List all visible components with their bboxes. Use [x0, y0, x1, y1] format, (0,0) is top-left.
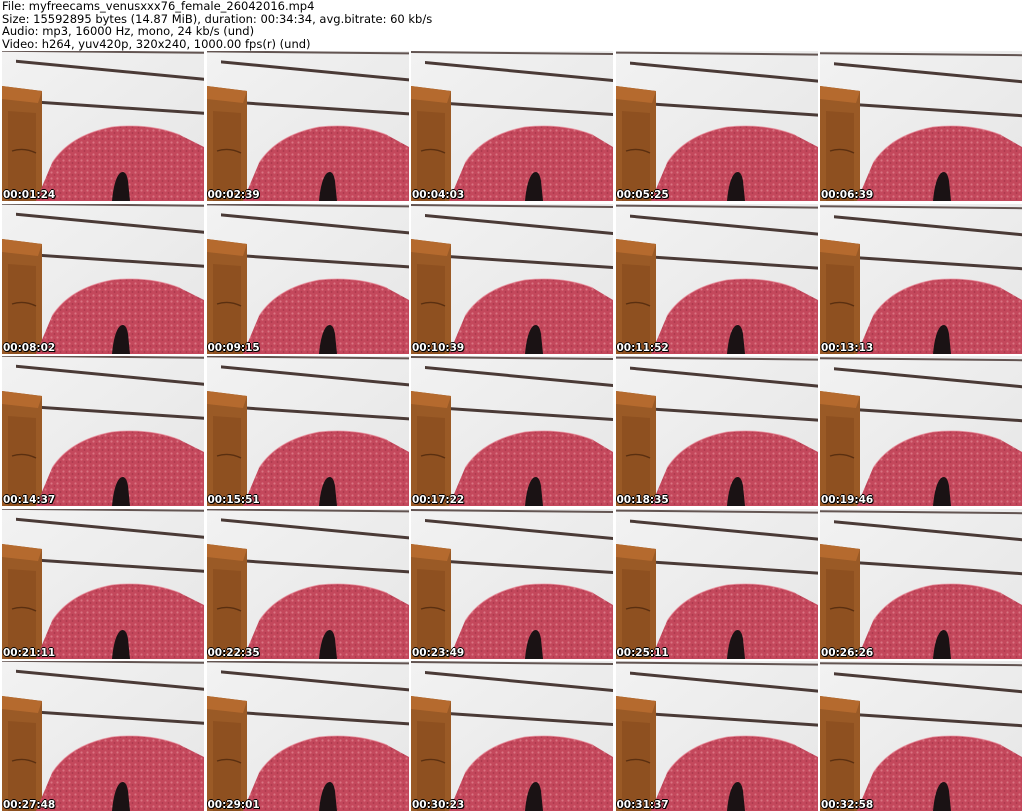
thumbnail-frame-image — [411, 356, 613, 506]
thumbnail-frame-image — [615, 661, 818, 811]
thumbnail-timestamp: 00:31:37 — [616, 799, 669, 811]
thumbnail-frame-image — [206, 203, 409, 354]
thumbnail-timestamp: 00:29:01 — [207, 799, 260, 811]
video-thumbnail: 00:17:22 — [411, 356, 613, 506]
thumbnail-frame-image — [2, 203, 204, 354]
audio-info-line: Audio: mp3, 16000 Hz, mono, 24 kb/s (und… — [2, 24, 255, 38]
thumbnail-timestamp: 00:10:39 — [412, 341, 465, 354]
video-thumbnail: 00:09:15 — [206, 203, 409, 354]
thumbnail-timestamp: 00:09:15 — [207, 341, 260, 354]
thumbnail-timestamp: 00:06:39 — [821, 189, 874, 201]
thumbnail-frame-image — [820, 51, 1022, 201]
thumbnail-timestamp: 00:04:03 — [412, 189, 465, 201]
thumbnail-timestamp: 00:25:11 — [616, 646, 669, 659]
video-thumbnail: 00:08:02 — [2, 203, 204, 354]
thumbnail-timestamp: 00:23:49 — [412, 646, 465, 659]
thumbnail-timestamp: 00:01:24 — [3, 189, 56, 201]
video-info-line: Video: h264, yuv420p, 320x240, 1000.00 f… — [2, 36, 311, 51]
video-thumbnail: 00:27:48 — [2, 661, 204, 811]
video-thumbnail: 00:04:03 — [411, 51, 613, 201]
thumbnail-grid: 00:01:24 00:02:39 00:04:03 00:05:25 00:0… — [2, 51, 1022, 811]
thumbnail-frame-image — [2, 661, 204, 811]
thumbnail-frame-image — [820, 661, 1022, 811]
video-thumbnail: 00:11:52 — [615, 203, 818, 354]
video-thumbnail: 00:26:26 — [820, 508, 1022, 659]
thumbnail-timestamp: 00:26:26 — [821, 646, 874, 659]
thumbnail-frame-image — [2, 356, 204, 506]
video-thumbnail: 00:19:46 — [820, 356, 1022, 506]
file-name-line: File: myfreecams_venusxxx76_female_26042… — [2, 0, 315, 13]
video-thumbnail: 00:29:01 — [206, 661, 409, 811]
thumbnail-timestamp: 00:27:48 — [3, 799, 56, 811]
thumbnail-timestamp: 00:08:02 — [3, 341, 56, 354]
thumbnail-frame-image — [206, 356, 409, 506]
video-thumbnail: 00:01:24 — [2, 51, 204, 201]
thumbnail-frame-image — [206, 661, 409, 811]
video-thumbnail: 00:23:49 — [411, 508, 613, 659]
video-thumbnail: 00:13:13 — [820, 203, 1022, 354]
thumbnail-frame-image — [615, 203, 818, 354]
thumbnail-timestamp: 00:11:52 — [616, 341, 669, 354]
thumbnail-timestamp: 00:22:35 — [207, 646, 260, 659]
video-thumbnail: 00:22:35 — [206, 508, 409, 659]
thumbnail-timestamp: 00:30:23 — [412, 799, 465, 811]
thumbnail-frame-image — [2, 51, 204, 201]
video-thumbnail: 00:25:11 — [615, 508, 818, 659]
thumbnail-frame-image — [820, 203, 1022, 354]
thumbnail-timestamp: 00:21:11 — [3, 646, 56, 659]
thumbnail-timestamp: 00:18:35 — [616, 494, 669, 506]
thumbnail-timestamp: 00:13:13 — [821, 341, 874, 354]
thumbnail-timestamp: 00:17:22 — [412, 494, 465, 506]
thumbnail-frame-image — [615, 508, 818, 659]
thumbnail-timestamp: 00:15:51 — [207, 494, 260, 506]
video-thumbnail: 00:31:37 — [615, 661, 818, 811]
thumbnail-frame-image — [411, 203, 613, 354]
video-thumbnail: 00:18:35 — [615, 356, 818, 506]
video-thumbnail: 00:15:51 — [206, 356, 409, 506]
video-thumbnail: 00:32:58 — [820, 661, 1022, 811]
thumbnail-timestamp: 00:19:46 — [821, 494, 874, 506]
thumbnail-frame-image — [411, 508, 613, 659]
thumbnail-frame-image — [820, 356, 1022, 506]
thumbnail-timestamp: 00:14:37 — [3, 494, 56, 506]
thumbnail-timestamp: 00:32:58 — [821, 799, 874, 811]
thumbnail-timestamp: 00:05:25 — [616, 189, 669, 201]
thumbnail-frame-image — [206, 51, 409, 201]
video-thumbnail: 00:06:39 — [820, 51, 1022, 201]
thumbnail-frame-image — [411, 661, 613, 811]
thumbnail-frame-image — [206, 508, 409, 659]
thumbnail-frame-image — [820, 508, 1022, 659]
thumbnail-frame-image — [615, 356, 818, 506]
video-thumbnail: 00:30:23 — [411, 661, 613, 811]
video-thumbnail: 00:05:25 — [615, 51, 818, 201]
thumbnail-frame-image — [411, 51, 613, 201]
video-thumbnail: 00:10:39 — [411, 203, 613, 354]
video-thumbnail: 00:02:39 — [206, 51, 409, 201]
video-thumbnail: 00:14:37 — [2, 356, 204, 506]
thumbnail-frame-image — [2, 508, 204, 659]
thumbnail-timestamp: 00:02:39 — [207, 189, 260, 201]
file-info-header: File: myfreecams_venusxxx76_female_26042… — [2, 0, 1022, 50]
thumbnail-frame-image — [615, 51, 818, 201]
video-thumbnail: 00:21:11 — [2, 508, 204, 659]
